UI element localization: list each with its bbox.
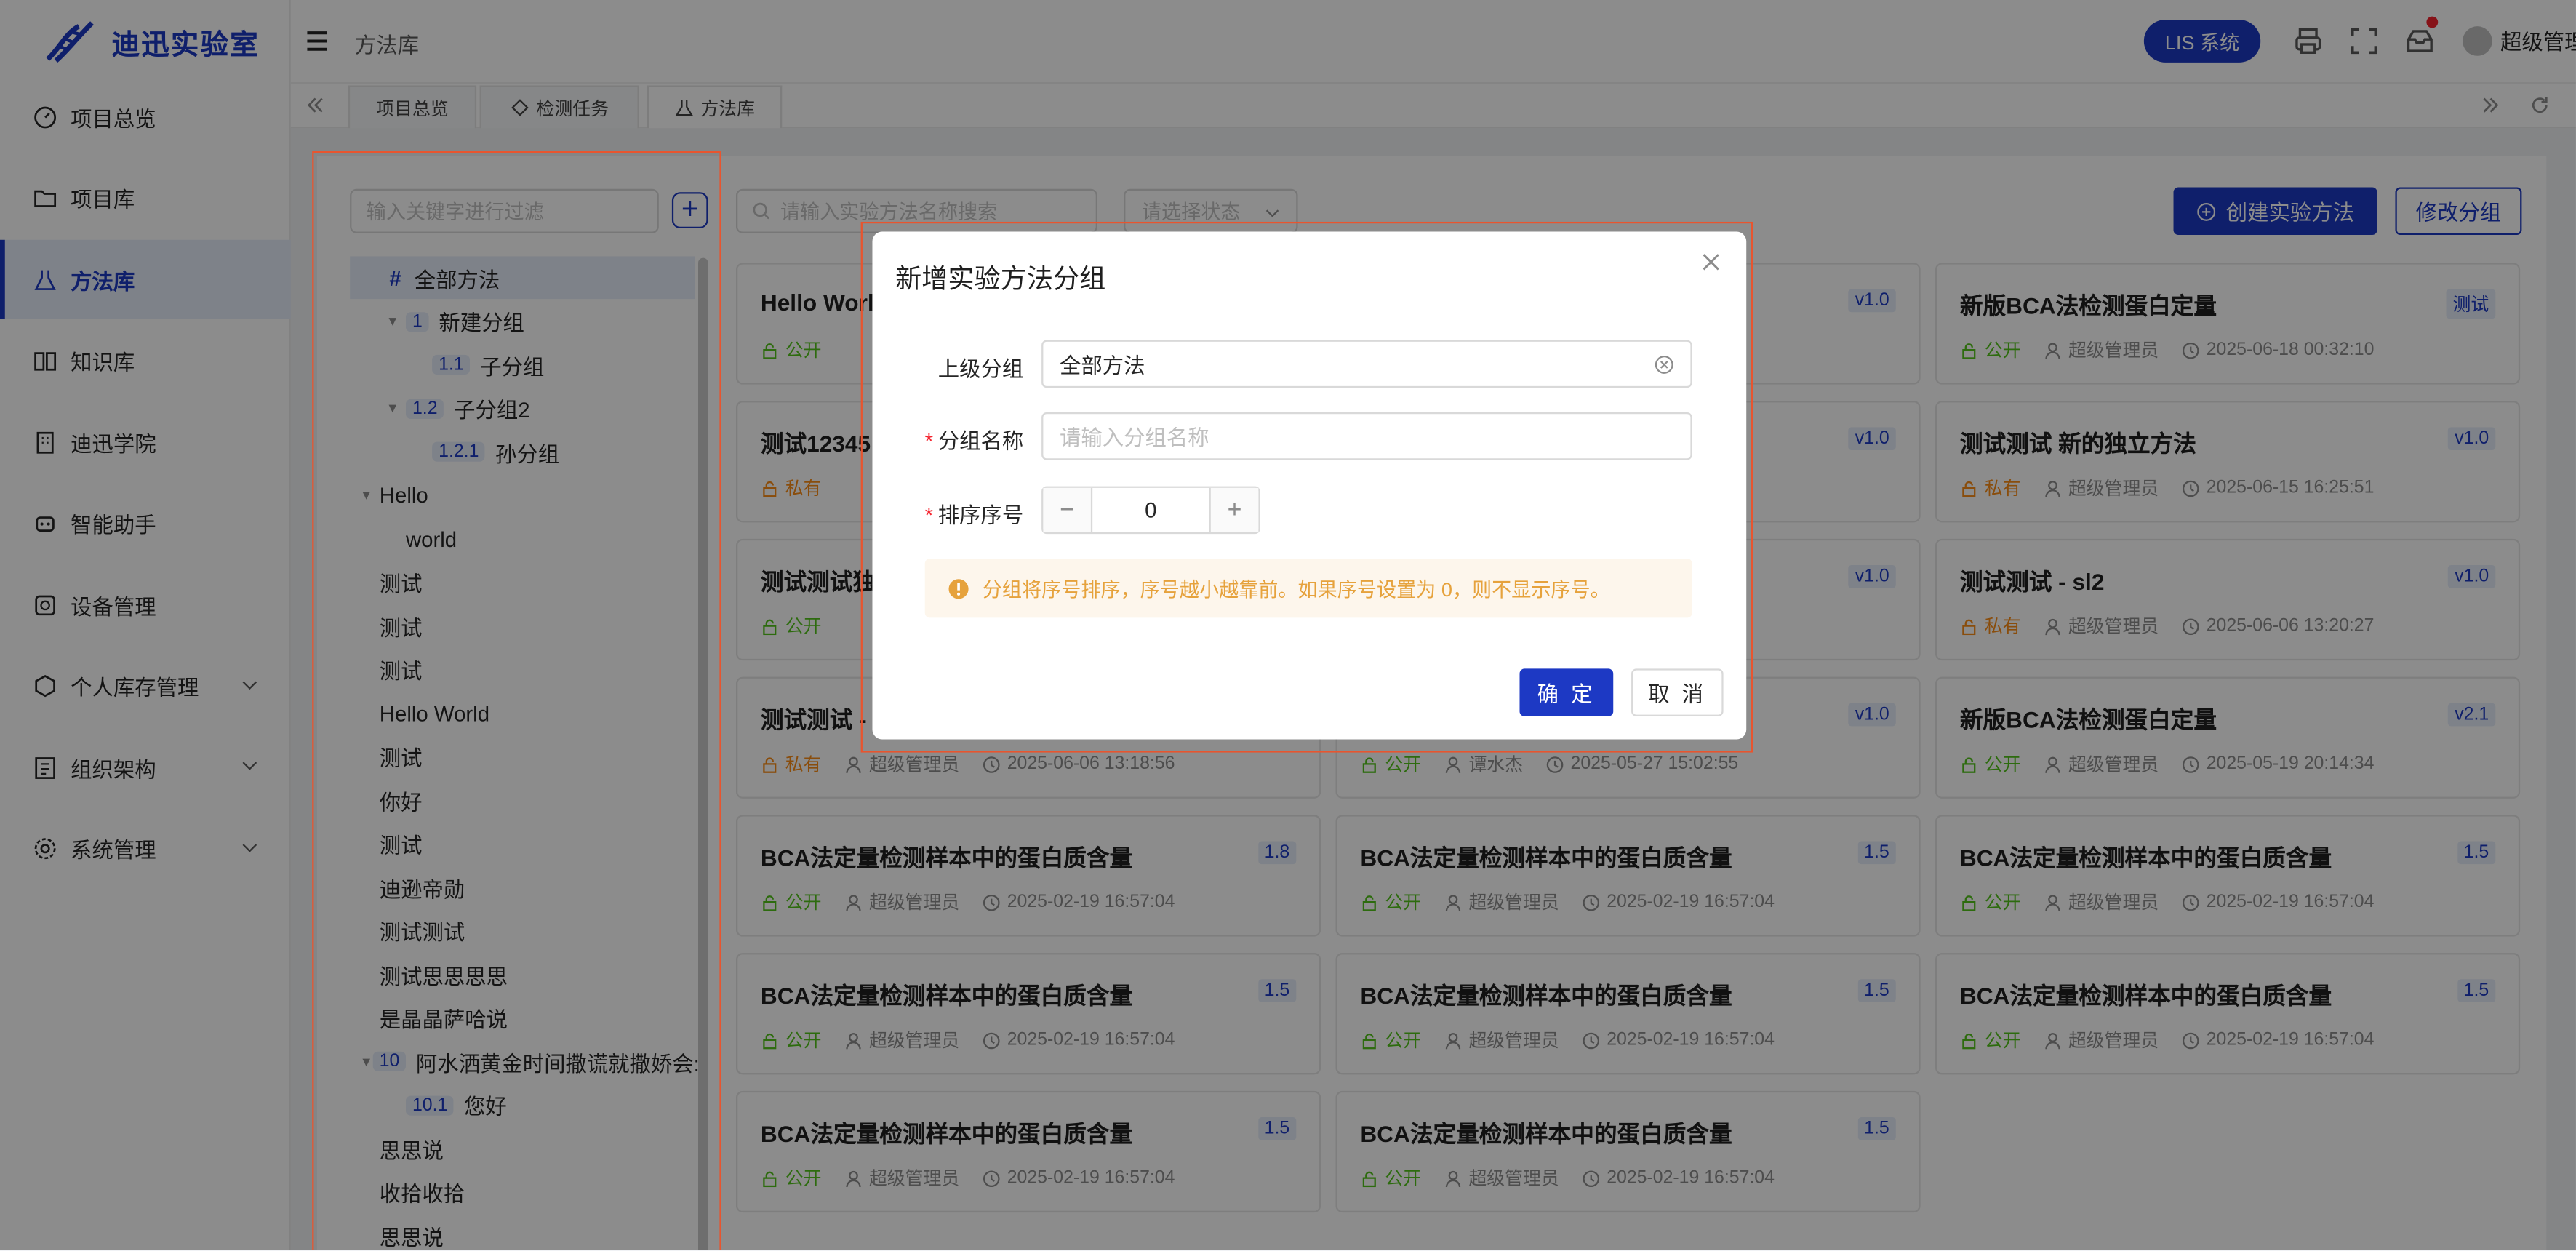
order-stepper: − 0 + — [1041, 486, 1260, 535]
group-name-input[interactable]: 请输入分组名称 — [1041, 412, 1692, 460]
order-label: * 排序序号 — [924, 503, 1024, 528]
increment-button[interactable]: + — [1209, 487, 1259, 532]
hint-text: 分组将序号排序，序号越小越靠前。如果序号设置为 0，则不显示序号。 — [982, 577, 1610, 601]
warning-icon — [948, 578, 969, 599]
parent-group-value: 全部方法 — [1059, 353, 1145, 378]
cancel-button[interactable]: 取 消 — [1631, 668, 1724, 716]
group-name-label: * 分组名称 — [924, 428, 1024, 454]
parent-group-label: 上级分组 — [937, 356, 1024, 382]
dialog-title: 新增实验方法分组 — [895, 265, 1106, 295]
order-hint-alert: 分组将序号排序，序号越小越靠前。如果序号设置为 0，则不显示序号。 — [924, 559, 1692, 618]
app-root: 迪迅实验室 项目总览 项目库 方法库 知识库 迪迅学院 智能助手 设备管理 个人库存管理 组织架… — [0, 0, 2576, 1251]
order-value[interactable]: 0 — [1092, 488, 1209, 532]
close-icon[interactable] — [1700, 252, 1721, 273]
confirm-button[interactable]: 确 定 — [1519, 668, 1614, 716]
clear-icon[interactable] — [1655, 355, 1674, 375]
add-group-dialog: 新增实验方法分组 上级分组 全部方法 * 分组名称 请输入分组名称 * 排序序号 −… — [872, 231, 1747, 740]
parent-group-select[interactable]: 全部方法 — [1041, 340, 1692, 388]
tree-panel-highlight — [312, 151, 721, 1251]
decrement-button[interactable]: − — [1043, 487, 1093, 532]
